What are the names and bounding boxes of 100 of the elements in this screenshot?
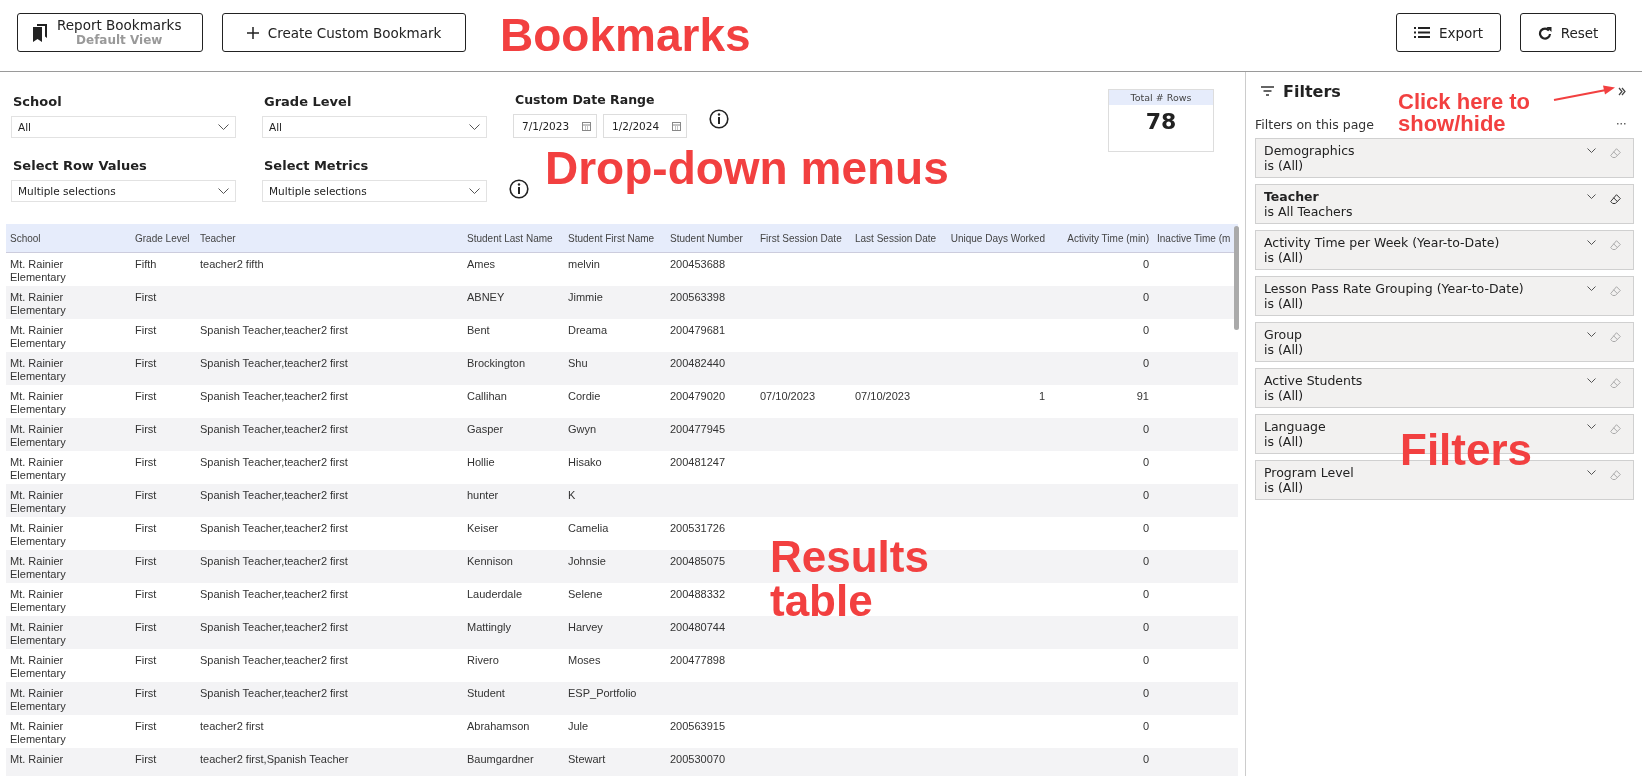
info-icon[interactable]: [509, 179, 529, 199]
filter-condition: is (All): [1264, 296, 1304, 311]
chevron-down-icon[interactable]: [1587, 332, 1596, 337]
table-cell: 0: [1142, 323, 1149, 336]
table-cell: Hisako: [568, 455, 602, 468]
column-header[interactable]: Grade Level: [131, 224, 196, 253]
chevron-down-icon[interactable]: [1587, 286, 1596, 291]
column-header[interactable]: Teacher: [196, 224, 463, 253]
table-cell-text: Mt. Rainier Elementary: [10, 653, 67, 680]
table-cell: 200531726: [670, 521, 726, 534]
column-header[interactable]: Student First Name: [564, 224, 666, 253]
table-cell: First: [135, 521, 157, 534]
table-cell: Stewart: [568, 752, 606, 765]
table-cell: Cordie: [568, 389, 601, 402]
export-button[interactable]: Export: [1396, 13, 1501, 52]
column-header[interactable]: Last Session Date: [851, 224, 944, 253]
filter-name: Group: [1264, 327, 1303, 342]
column-header[interactable]: Unique Days Worked: [944, 224, 1049, 253]
chevron-down-icon[interactable]: [1587, 470, 1596, 475]
pane-subtitle: Filters on this page: [1255, 116, 1374, 132]
table-cell: Spanish Teacher,teacher2 first: [200, 620, 348, 633]
table-cell: 200479681: [670, 323, 726, 336]
chevron-down-icon[interactable]: [1587, 424, 1596, 429]
slicer-label: Select Row Values: [12, 158, 148, 173]
chevron-down-icon[interactable]: [1587, 240, 1596, 245]
chevron-down-icon[interactable]: [1587, 378, 1596, 383]
calendar-icon: [582, 121, 591, 131]
dropdown[interactable]: Multiple selections: [11, 180, 236, 202]
table-cell: First: [135, 356, 157, 369]
chevron-down-icon[interactable]: [1587, 148, 1596, 153]
create-custom-bookmark-button[interactable]: Create Custom Bookmark: [222, 13, 466, 52]
slicer-label: Select Metrics: [263, 158, 370, 173]
table-cell: 200488332: [670, 587, 726, 600]
dropdown[interactable]: All: [11, 116, 236, 138]
table-cell: 1: [1038, 389, 1045, 402]
filter-name: Active Students: [1264, 373, 1363, 388]
table-cell: Callihan: [467, 389, 507, 402]
table-cell: Spanish Teacher,teacher2 first: [200, 455, 348, 468]
dropdown[interactable]: Multiple selections: [262, 180, 487, 202]
table-cell: First: [135, 653, 157, 666]
filter-card[interactable]: Active Students is (All): [1255, 368, 1634, 408]
table-cell-text: Mt. Rainier Elementary: [10, 620, 67, 647]
table-cell: teacher2 first,Spanish Teacher: [200, 752, 349, 765]
table-cell: teacher2 fifth: [200, 258, 264, 270]
table-cell-text: Mt. Rainier Elementary: [10, 587, 67, 614]
table-cell: 0: [1142, 653, 1149, 666]
collapse-icon[interactable]: [1618, 86, 1626, 96]
table-cell: Jimmie: [568, 290, 603, 303]
table-cell: First: [135, 587, 157, 600]
report-bookmarks-button[interactable]: Report Bookmarks Default View: [17, 13, 203, 52]
table-cell: Rivero: [467, 653, 499, 666]
card-value: 78: [1144, 109, 1178, 134]
filter-name: Lesson Pass Rate Grouping (Year-to-Date): [1264, 281, 1524, 296]
chevron-down-icon[interactable]: [1587, 194, 1596, 199]
table-cell-text: Mt. Rainier Elementary: [10, 521, 67, 548]
table-cell: Hollie: [467, 455, 495, 468]
column-header[interactable]: Student Number: [666, 224, 756, 253]
table-cell-text: Mt. Rainier Elementary: [10, 488, 67, 515]
info-icon[interactable]: [709, 109, 729, 129]
table-cell: 200477898: [670, 653, 726, 666]
filter-condition: is (All): [1264, 250, 1304, 265]
eraser-icon[interactable]: [1610, 194, 1621, 205]
dropdown[interactable]: All: [262, 116, 487, 138]
table-cell: First: [135, 488, 157, 501]
scrollbar-thumb[interactable]: [1234, 226, 1239, 330]
chevron-down-icon: [469, 124, 480, 130]
filter-card[interactable]: Teacher is All Teachers: [1255, 184, 1634, 224]
filter-card[interactable]: Group is (All): [1255, 322, 1634, 362]
date-field[interactable]: 7/1/2023: [513, 114, 597, 138]
table-cell: Bent: [467, 323, 490, 336]
table-cell: Spanish Teacher,teacher2 first: [200, 389, 348, 402]
table-cell: Spanish Teacher,teacher2 first: [200, 422, 348, 435]
column-header[interactable]: Activity Time (min): [1049, 224, 1153, 253]
table-cell: 200479020: [670, 389, 726, 402]
table-cell-text: Mt. Rainier Elementary: [10, 719, 67, 746]
slicer-label: School: [12, 94, 63, 109]
table-cell: 0: [1142, 258, 1149, 270]
table-cell: 0: [1142, 422, 1149, 435]
table-cell: 0: [1142, 521, 1149, 534]
filter-card[interactable]: Demographics is (All): [1255, 138, 1634, 178]
column-header[interactable]: School: [6, 224, 131, 253]
column-header[interactable]: Student Last Name: [463, 224, 564, 253]
table-cell: 200530070: [670, 752, 726, 765]
date-field[interactable]: 1/2/2024: [603, 114, 687, 138]
annotation-text: Results table: [770, 535, 930, 623]
column-header[interactable]: Inactive Time (m: [1153, 224, 1238, 253]
filter-card[interactable]: Activity Time per Week (Year-to-Date) is (All): [1255, 230, 1634, 270]
table-cell: 0: [1142, 686, 1149, 699]
table-cell: 0: [1142, 488, 1149, 501]
column-header[interactable]: First Session Date: [756, 224, 851, 253]
table-cell: Dreama: [568, 323, 608, 336]
table-cell: 91: [1136, 389, 1149, 402]
table-cell: 0: [1142, 620, 1149, 633]
reset-button[interactable]: Reset: [1520, 13, 1616, 52]
filter-condition: is (All): [1264, 388, 1304, 403]
table-cell: Fifth: [135, 258, 157, 270]
plus-icon: [246, 26, 259, 39]
table-cell-text: Mt. Rainier Elementary: [10, 356, 67, 383]
filter-card[interactable]: Lesson Pass Rate Grouping (Year-to-Date) is (All): [1255, 276, 1634, 316]
table-cell: Moses: [568, 653, 601, 666]
